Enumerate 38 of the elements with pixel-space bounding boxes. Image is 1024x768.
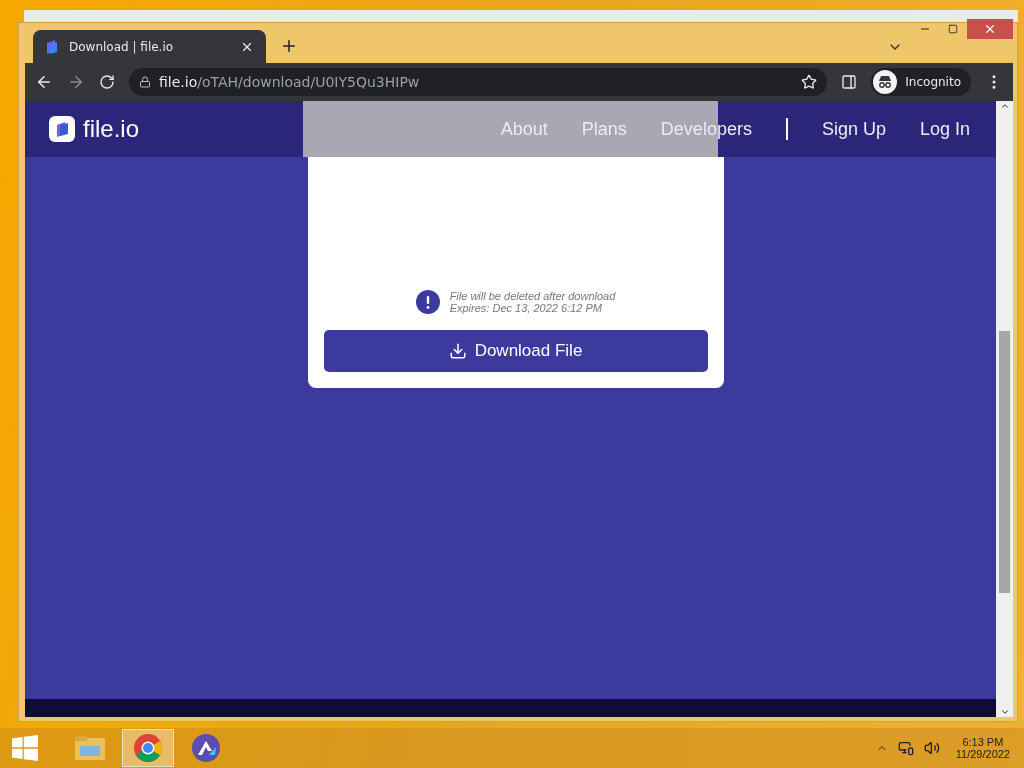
logo-icon — [49, 116, 75, 142]
logo-text: file.io — [83, 115, 140, 143]
folder-icon — [74, 734, 106, 762]
auth-link[interactable]: Log In — [919, 118, 970, 140]
taskbar-app[interactable] — [122, 729, 174, 767]
auth-link[interactable]: Sign Up — [821, 118, 886, 140]
volume-icon[interactable] — [923, 740, 940, 756]
side-panel-icon[interactable] — [841, 74, 858, 90]
windows-start-icon[interactable] — [12, 735, 38, 761]
app-icon — [191, 733, 221, 763]
lock-icon — [139, 76, 151, 88]
reload-icon[interactable] — [99, 74, 115, 90]
back-icon[interactable] — [35, 73, 53, 91]
incognito-icon — [873, 70, 898, 94]
logo-icon — [45, 38, 59, 55]
browser-tab[interactable]: Download | file.io — [33, 30, 266, 63]
url-text: file.io/oTAH/download/U0IY5Qu3HIPw — [159, 74, 421, 90]
close-icon — [983, 22, 997, 36]
profile-name: Incognito — [905, 75, 961, 89]
chrome-icon — [133, 733, 163, 763]
tab-title: Download | file.io — [69, 39, 175, 54]
maximize-icon — [948, 24, 958, 34]
network-icon[interactable] — [897, 740, 914, 756]
scroll-up-icon[interactable] — [999, 101, 1010, 111]
scrollbar[interactable] — [996, 101, 1013, 717]
scroll-thumb[interactable] — [999, 331, 1010, 593]
notice-text: Expires: Dec 13, 2022 6:12 PM — [449, 302, 603, 314]
profile-chip[interactable]: Incognito — [871, 68, 971, 96]
forward-icon[interactable] — [67, 73, 85, 91]
clock[interactable]: 6:13 PM 11/29/2022 — [949, 736, 1016, 760]
alert-icon — [415, 290, 440, 314]
download-icon — [448, 342, 467, 360]
address-bar[interactable]: file.io/oTAH/download/U0IY5Qu3HIPw — [129, 68, 828, 96]
scroll-down-icon[interactable] — [999, 707, 1010, 717]
star-icon[interactable] — [801, 74, 818, 90]
notice-text: File will be deleted after download — [449, 290, 616, 302]
new-tab-icon[interactable] — [280, 37, 298, 55]
download-button[interactable]: Download File — [323, 330, 708, 372]
